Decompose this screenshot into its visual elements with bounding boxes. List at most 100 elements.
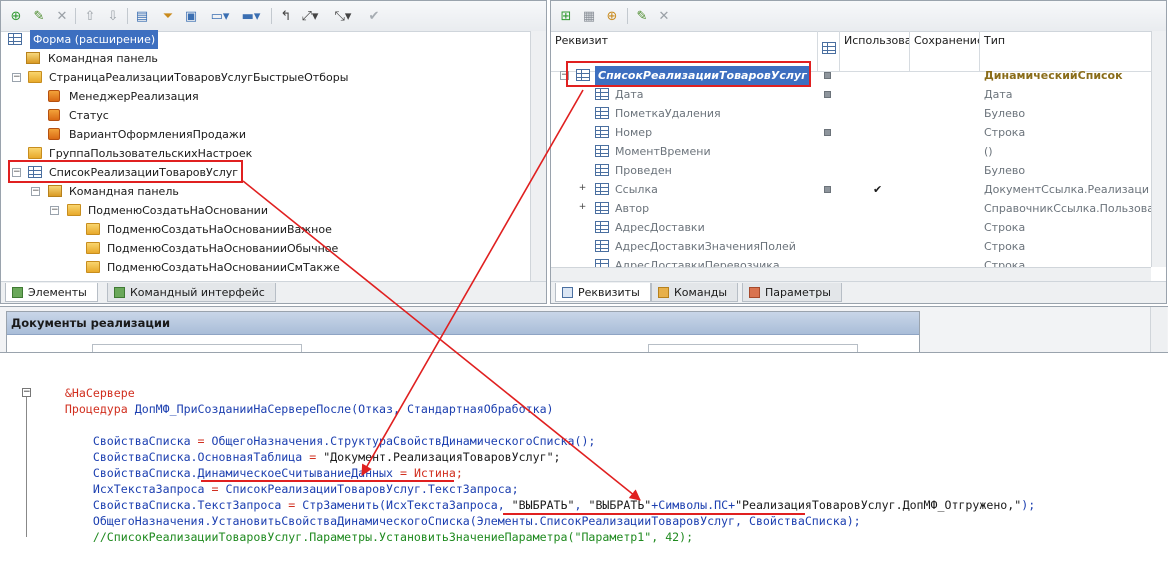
code-underline [503,513,805,515]
elements-icon [12,287,23,298]
attribute-type: () [984,145,993,158]
attribute-name: АдресДоставки [615,221,705,234]
field-icon [48,90,60,102]
group-icon [28,147,42,159]
left-tabbar: Элементы Командный интерфейс [1,281,546,303]
code-line-4: СвойстваСписка.ОсновнаяТаблица = "Докуме… [37,433,561,464]
move-up-icon[interactable]: ⇧ [81,7,99,25]
form-icon [8,33,22,45]
collapse-icon[interactable]: − [50,206,59,215]
code-underline [201,480,454,482]
grid-row-delivery-address-values[interactable]: АдресДоставкиЗначенияПолей Строка [551,237,1151,256]
attribute-name: Ссылка [615,183,658,196]
tree-item-label: Форма (расширение) [30,30,159,49]
tree-item-label: ПодменюСоздатьНаОсновании [88,204,268,217]
attribute-type: Дата [984,88,1013,101]
use-checkbox[interactable] [824,72,831,79]
tree-scrollbar[interactable] [530,31,546,281]
code-line-2: Процедура ДопМФ_ПриСозданииНаСервереПосл… [37,385,554,416]
collapse-icon[interactable]: − [12,73,21,82]
grid-row-posted[interactable]: Проведен Булево [551,161,1151,180]
field-icon [595,202,609,214]
checkmark-icon[interactable]: ✔ [873,180,882,199]
grid-scrollbar[interactable] [1151,31,1166,267]
tab-command-interface[interactable]: Командный интерфейс [107,283,276,302]
grid-row-author[interactable]: + Автор СправочникСсылка.Пользова [551,199,1154,218]
field-icon [595,164,609,176]
grid-row-delivery-address[interactable]: АдресДоставки Строка [551,218,1151,237]
edit-pencil-icon[interactable]: ✎ [633,7,651,25]
grid-row-deletion-mark[interactable]: ПометкаУдаления Булево [551,104,1151,123]
arrow-icon[interactable]: ↰ [277,7,295,25]
edit-pencil-icon[interactable]: ✎ [30,7,48,25]
submenu-icon [67,204,81,216]
grid-hscrollbar[interactable] [551,267,1151,281]
grid-row-ref[interactable]: + Ссылка ✔ ДокументСсылка.Реализаци [551,180,1151,199]
resize-icon[interactable]: ⤢▾ [301,7,319,25]
expand-icon[interactable]: + [578,203,587,213]
expand-icon[interactable]: + [578,184,587,194]
code-editor[interactable]: − &НаСервере Процедура ДопМФ_ПриСоздании… [0,352,1168,544]
add-icon[interactable]: ⊕ [7,7,25,25]
use-checkbox[interactable] [824,186,831,193]
use-checkbox[interactable] [824,129,831,136]
field-icon [595,183,609,195]
submenu-icon [86,261,100,273]
filter-icon[interactable]: ⏷ [159,7,177,25]
add-attribute-icon[interactable]: ⊞ [557,7,575,25]
collapse-icon[interactable]: − [31,187,40,196]
tree-toolbar: ⊕ ✎ ✕ ⇧ ⇩ ▤ ⏷ ▣ ▭▾ ▬▾ ↰ ⤢▾ ⤡▾ ✔ [1,1,546,32]
expand-icon[interactable]: ⤡▾ [334,7,352,25]
preview-scrollbar[interactable] [1150,307,1167,353]
tree-item-label: Командная панель [48,52,158,65]
check-icon[interactable]: ✔ [365,7,383,25]
submenu-icon [86,223,100,235]
tab-commands[interactable]: Команды [651,283,739,302]
toolbar-separator [75,8,76,24]
tree-item-label: МенеджерРеализация [69,90,199,103]
use-checkbox[interactable] [824,91,831,98]
attribute-name: Автор [615,202,650,215]
attributes-panel: ⊞ ▦ ⊕ ✎ ✕ Реквизит Использова Сохранение… [550,0,1167,304]
delete-icon[interactable]: ✕ [53,7,71,25]
layout-dropdown-icon[interactable]: ▬▾ [242,7,261,25]
field-icon [48,109,60,121]
dropdown-icon[interactable]: ▭▾ [211,7,230,25]
field-icon [595,126,609,138]
form-elements-panel: ⊕ ✎ ✕ ⇧ ⇩ ▤ ⏷ ▣ ▭▾ ▬▾ ↰ ⤢▾ ⤡▾ ✔ Форма (р… [0,0,547,304]
field-icon [595,107,609,119]
attribute-type: Строка [984,240,1026,253]
procedure-signature: ДопМФ_ПриСозданииНаСервереПосле(Отказ, С… [127,402,554,416]
form-icon[interactable]: ▣ [182,7,200,25]
tab-label: Элементы [28,286,87,299]
header-label: Сохранение [914,34,980,47]
tab-elements[interactable]: Элементы [5,283,98,302]
code-line-8: ОбщегоНазначения.УстановитьСвойстваДинам… [37,497,861,528]
tree-item-label: Статус [69,109,109,122]
code-line-6: ИсхТекстаЗапроса = СписокРеализацииТовар… [37,465,519,496]
properties-icon[interactable]: ▤ [133,7,151,25]
add-column-icon[interactable]: ▦ [580,7,598,25]
grid-row-date[interactable]: Дата Дата [551,85,1151,104]
collapse-code-icon[interactable]: − [22,388,31,397]
tab-attributes[interactable]: Реквизиты [555,283,651,302]
tab-parameters[interactable]: Параметры [742,283,842,302]
add-nested-icon[interactable]: ⊕ [603,7,621,25]
attribute-type: Строка [984,221,1026,234]
command-bar-icon [48,185,62,197]
highlight-box-tree-item [8,160,243,183]
column-header-use[interactable]: Использова [840,31,910,71]
highlight-box-grid-row [566,61,811,87]
move-down-icon[interactable]: ⇩ [104,7,122,25]
command-bar-icon [26,52,40,64]
column-header-type[interactable]: Тип [980,31,1150,71]
grid-row-point-in-time[interactable]: МоментВремени () [551,142,1151,161]
column-header-save[interactable]: Сохранение [910,31,980,71]
code-line-5: СвойстваСписка.ДинамическоеСчитываниеДан… [37,449,463,480]
grid-row-number[interactable]: Номер Строка [551,123,1151,142]
column-header-icon[interactable] [818,31,840,71]
delete-icon[interactable]: ✕ [655,7,673,25]
field-icon [595,240,609,252]
code-line-7: СвойстваСписка.ТекстЗапроса = СтрЗаменит… [37,481,1035,512]
right-tabbar: Реквизиты Команды Параметры [551,281,1166,303]
